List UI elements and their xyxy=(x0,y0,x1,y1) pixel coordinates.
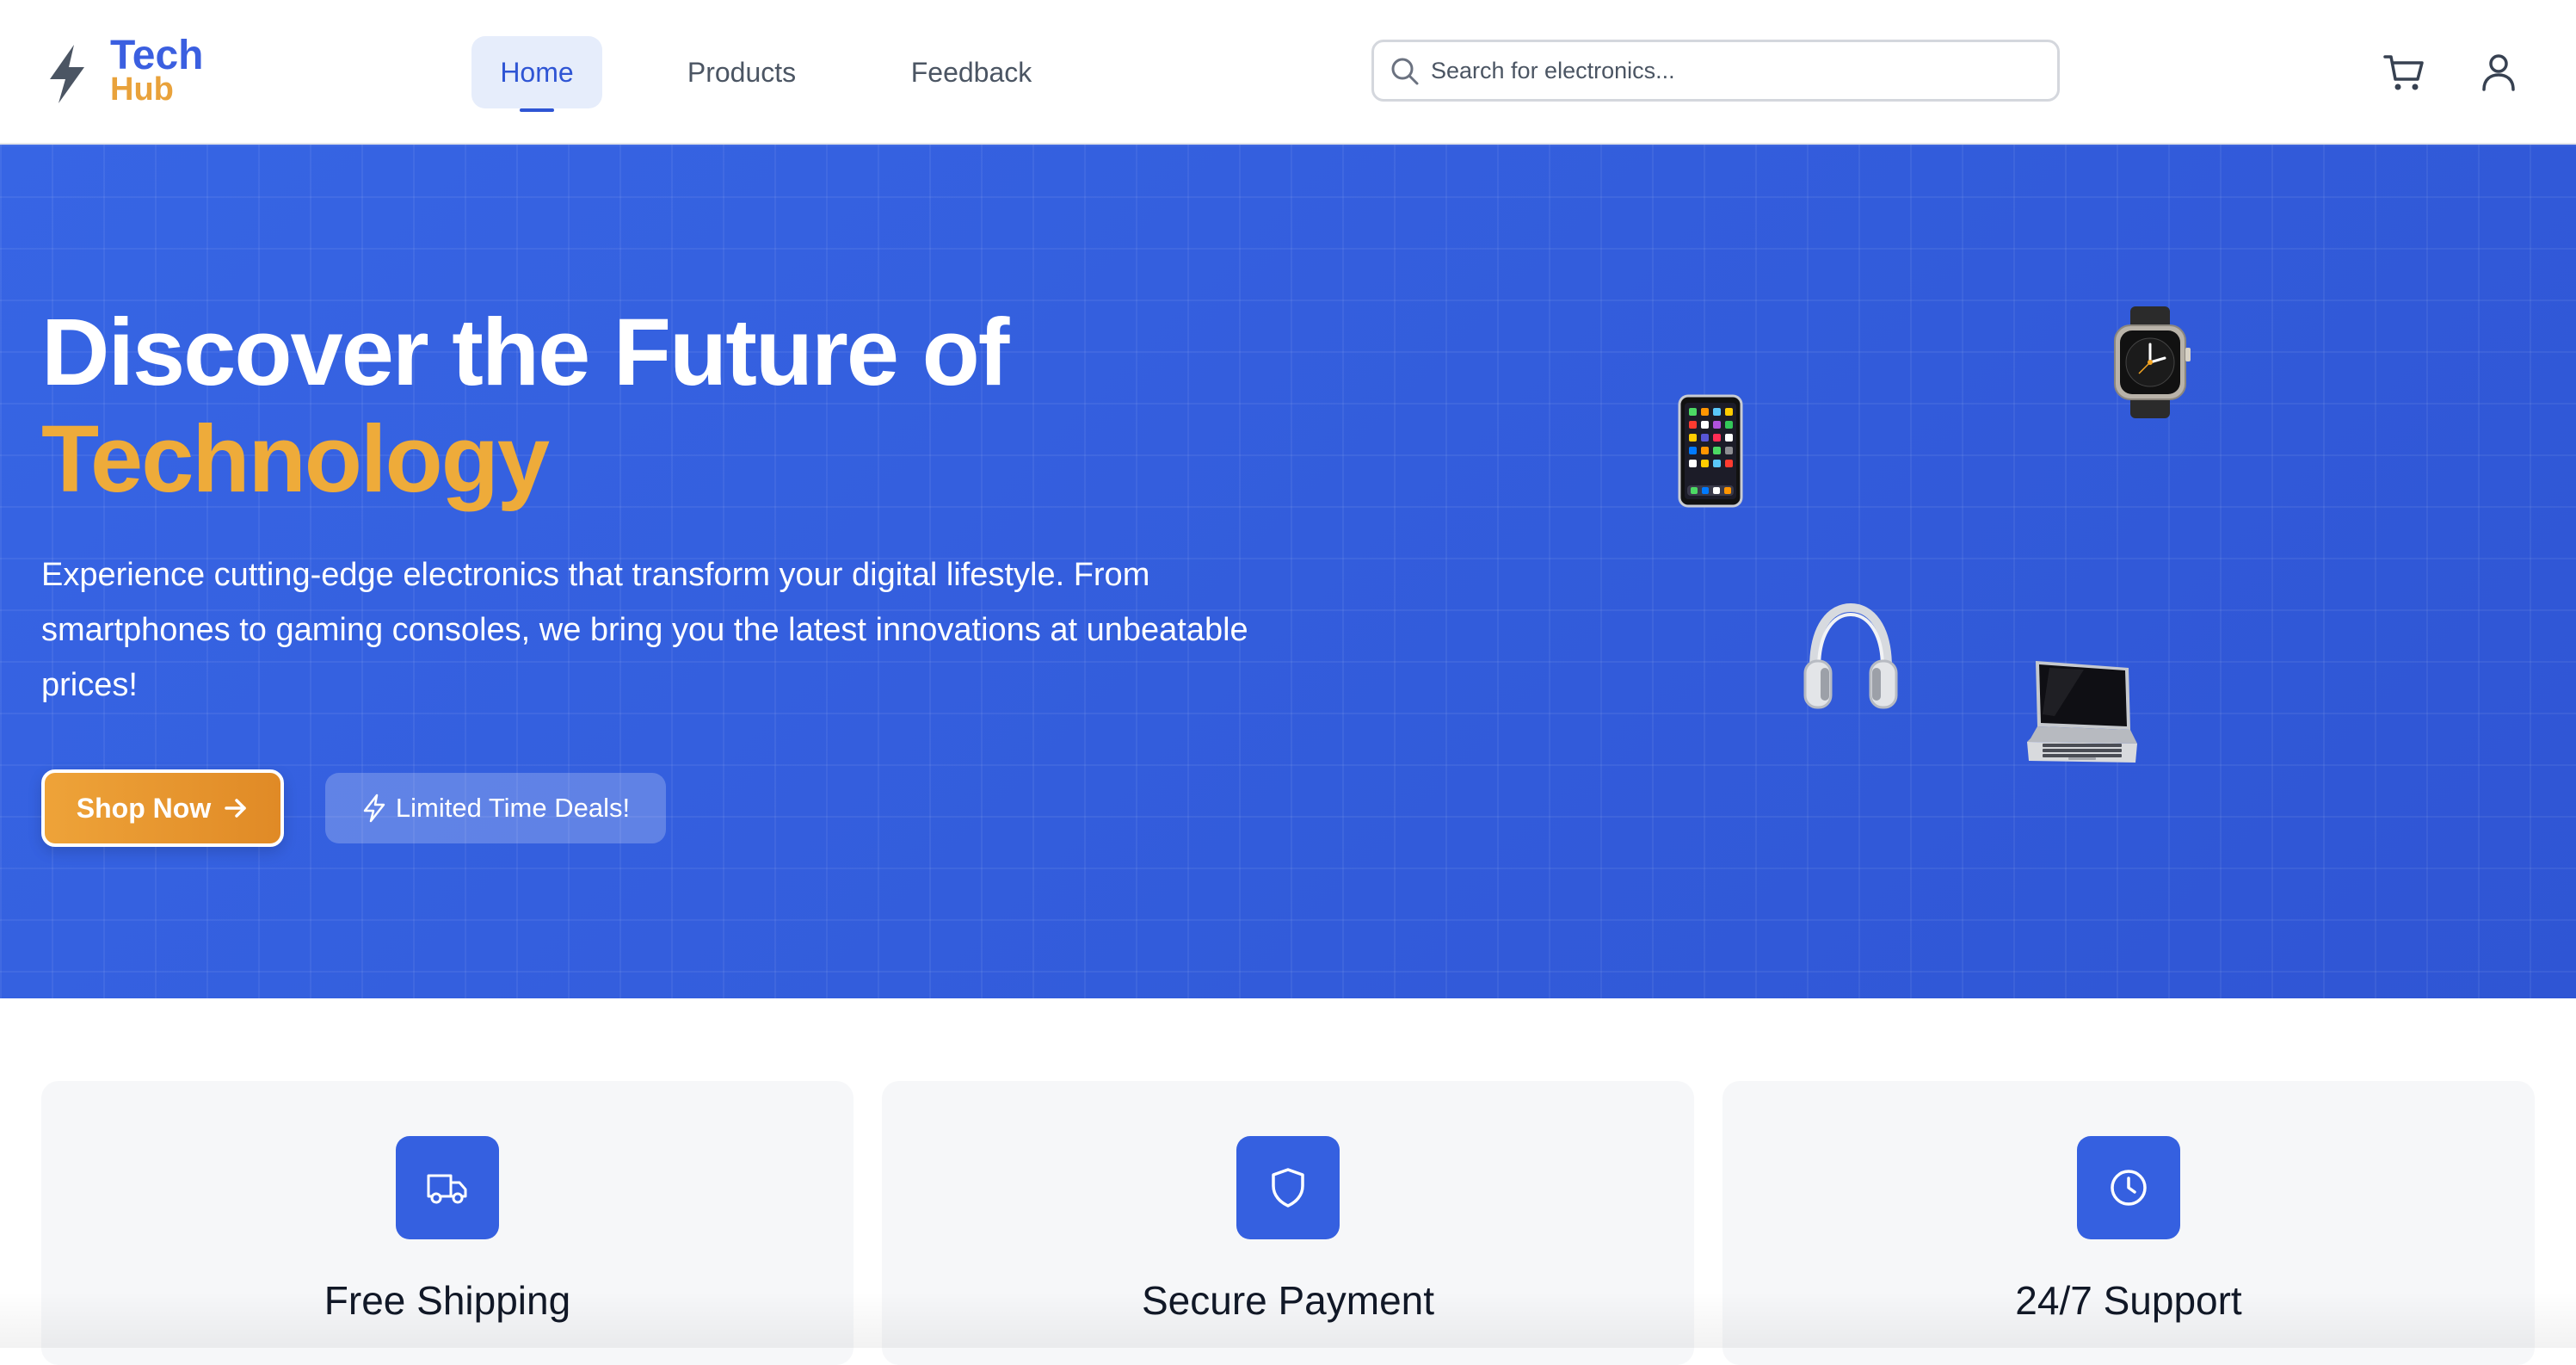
user-icon[interactable] xyxy=(2476,50,2521,95)
feature-card-payment: Secure Payment xyxy=(882,1081,1694,1365)
site-header: Tech Hub Home Products Feedback xyxy=(0,0,2576,145)
cart-icon[interactable] xyxy=(2382,50,2426,95)
limited-deals-label: Limited Time Deals! xyxy=(395,793,631,823)
nav-feedback[interactable]: Feedback xyxy=(891,36,1051,108)
shop-now-button[interactable]: Shop Now xyxy=(41,769,284,847)
feature-card-support: 24/7 Support xyxy=(1722,1081,2535,1365)
limited-deals-button[interactable]: Limited Time Deals! xyxy=(325,773,666,843)
arrow-right-icon xyxy=(225,799,246,818)
search-box[interactable] xyxy=(1371,40,2060,102)
smartphone-icon xyxy=(1678,394,1743,508)
feature-title: 24/7 Support xyxy=(2015,1278,2242,1323)
headphones-icon xyxy=(1803,602,1898,709)
logo-text-hub: Hub xyxy=(110,71,174,108)
lightning-icon xyxy=(363,794,385,823)
nav-products[interactable]: Products xyxy=(662,36,821,108)
truck-icon xyxy=(427,1174,467,1204)
hero-description: Experience cutting-edge electronics that… xyxy=(41,557,1248,703)
hero-banner: Discover the Future of Technology Experi… xyxy=(0,145,2576,998)
logo[interactable]: Tech Hub xyxy=(45,33,217,112)
shield-icon xyxy=(1272,1168,1304,1208)
feature-title: Secure Payment xyxy=(1141,1278,1435,1323)
hero-title-line1: Discover the Future of xyxy=(41,300,1009,405)
feature-icon-box xyxy=(1236,1136,1340,1239)
search-icon xyxy=(1391,58,1419,85)
feature-title: Free Shipping xyxy=(324,1278,571,1323)
feature-icon-box xyxy=(396,1136,499,1239)
clock-icon xyxy=(2111,1170,2147,1206)
search-input[interactable] xyxy=(1431,51,2042,90)
shop-now-label: Shop Now xyxy=(76,792,212,824)
smartwatch-icon xyxy=(2114,306,2191,418)
nav-home[interactable]: Home xyxy=(471,36,602,108)
hero-title-highlight: Technology xyxy=(41,406,550,512)
laptop-icon xyxy=(2027,661,2137,763)
feature-card-shipping: Free Shipping xyxy=(41,1081,854,1365)
lightning-logo-icon xyxy=(50,45,84,103)
feature-icon-box xyxy=(2077,1136,2180,1239)
hero-title: Discover the Future of Technology xyxy=(41,300,1332,513)
